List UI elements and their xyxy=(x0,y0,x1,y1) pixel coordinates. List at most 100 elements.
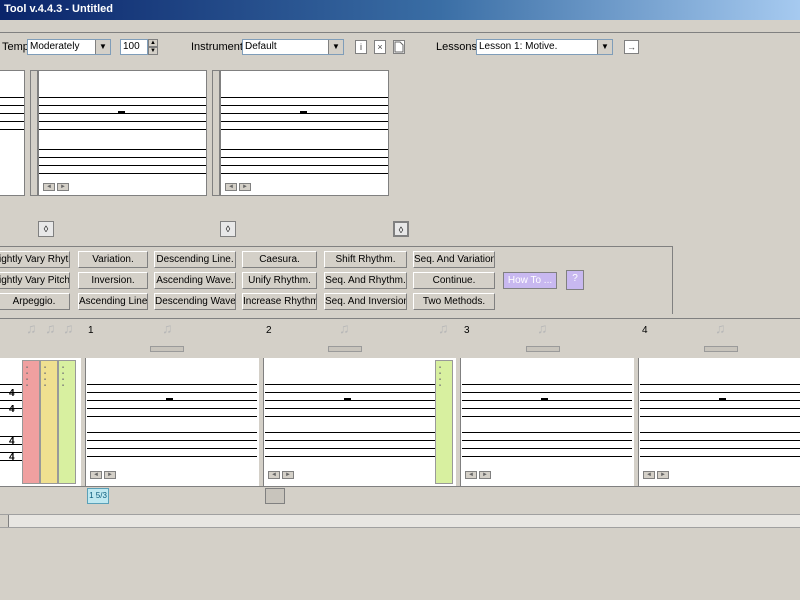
continue-button[interactable]: Continue. xyxy=(413,272,495,289)
position-slot[interactable] xyxy=(265,488,285,504)
note-icon[interactable]: ♫ xyxy=(438,321,449,335)
note-icon[interactable]: ♫ xyxy=(63,321,74,335)
temp-select-value: Moderately xyxy=(30,41,80,52)
arrow-right-icon[interactable]: ► xyxy=(479,471,491,479)
green-marker[interactable]: ▪▪▪▪ xyxy=(435,360,453,484)
arrow-left-icon[interactable]: ◄ xyxy=(225,183,237,191)
measure-number: 3 xyxy=(464,325,470,336)
time-signature: 4 xyxy=(9,452,15,463)
measure-staff-4: ◄ ► xyxy=(640,358,800,486)
speaker-icon[interactable]: ◊ xyxy=(38,221,54,237)
help-button[interactable]: ? xyxy=(566,270,584,290)
chevron-down-icon: ▼ xyxy=(597,40,612,54)
vary-pitch-button[interactable]: ightly Vary Pitch. xyxy=(0,272,70,289)
descending-line-button[interactable]: Descending Line. xyxy=(154,251,236,268)
ascending-line-button[interactable]: Ascending Line. xyxy=(78,293,148,310)
instruments-select-value: Default xyxy=(245,41,277,52)
measure-separator[interactable] xyxy=(633,358,639,486)
tempo-down-button[interactable]: ▼ xyxy=(148,47,158,55)
variation-button[interactable]: Variation. xyxy=(78,251,148,268)
measure-slot[interactable] xyxy=(328,346,362,352)
score-header xyxy=(0,318,800,359)
info-icon[interactable]: i xyxy=(355,40,367,54)
seq-variation-button[interactable]: Seq. And Variation. xyxy=(413,251,495,268)
measure-number: 1 xyxy=(88,325,94,336)
measure-separator[interactable] xyxy=(455,358,461,486)
tempo-up-button[interactable]: ▲ xyxy=(148,39,158,47)
measure-slot[interactable] xyxy=(150,346,184,352)
speaker-icon[interactable]: ◊ xyxy=(220,221,236,237)
seq-rhythm-button[interactable]: Seq. And Rhythm. xyxy=(324,272,407,289)
rest-symbol xyxy=(118,111,125,114)
go-button[interactable]: → xyxy=(624,40,639,54)
measure-number: 2 xyxy=(266,325,272,336)
arrow-left-icon[interactable]: ◄ xyxy=(268,471,280,479)
arrow-left-icon[interactable]: ◄ xyxy=(43,183,55,191)
menu-strip xyxy=(0,20,800,33)
measure-number: 4 xyxy=(642,325,648,336)
how-to-button[interactable]: How To ... xyxy=(503,272,557,289)
note-icon[interactable]: ♫ xyxy=(339,321,350,335)
arrow-right-icon[interactable]: ► xyxy=(657,471,669,479)
note-icon[interactable]: ♫ xyxy=(537,321,548,335)
seq-inversion-button[interactable]: Seq. And Inversion. xyxy=(324,293,407,310)
arrow-left-icon[interactable]: ◄ xyxy=(465,471,477,479)
clef-column: 4 4 4 4 xyxy=(0,358,22,486)
chevron-down-icon: ▼ xyxy=(328,40,343,54)
arpeggio-button[interactable]: Arpeggio. xyxy=(0,293,70,310)
measure-separator[interactable] xyxy=(258,358,264,486)
measure-staff-3: ◄ ► xyxy=(462,358,632,486)
position-indicator[interactable]: 1 5/3 xyxy=(87,488,109,504)
caesura-button[interactable]: Caesura. xyxy=(242,251,317,268)
rest-symbol xyxy=(166,398,173,401)
motive-staff-2: ◄ ► xyxy=(220,70,389,196)
tempo-value: 100 xyxy=(123,41,140,52)
unify-rhythm-button[interactable]: Unify Rhythm. xyxy=(242,272,317,289)
arrow-right-icon[interactable]: ► xyxy=(104,471,116,479)
shift-rhythm-button[interactable]: Shift Rhythm. xyxy=(324,251,407,268)
green-marker[interactable]: ▪▪▪▪ xyxy=(58,360,76,484)
red-marker[interactable]: ▪▪▪▪ xyxy=(22,360,40,484)
arrow-right-icon[interactable]: ► xyxy=(57,183,69,191)
motive-handle-2[interactable] xyxy=(212,70,220,196)
note-icon[interactable]: ♫ xyxy=(26,321,37,335)
arrow-right-icon[interactable]: ► xyxy=(239,183,251,191)
rest-symbol xyxy=(719,398,726,401)
time-signature: 4 xyxy=(9,404,15,415)
temp-select[interactable]: Moderately ▼ xyxy=(27,39,111,55)
speaker-icon[interactable]: ◊ xyxy=(393,221,409,237)
two-methods-button[interactable]: Two Methods. xyxy=(413,293,495,310)
note-icon[interactable]: ♫ xyxy=(45,321,56,335)
lessons-select[interactable]: Lesson 1: Motive. ▼ xyxy=(476,39,613,55)
position-strip xyxy=(0,486,800,513)
document-icon[interactable] xyxy=(393,40,405,54)
vary-rhythm-button[interactable]: ightly Vary Rhythm. xyxy=(0,251,70,268)
inversion-button[interactable]: Inversion. xyxy=(78,272,148,289)
time-signature: 4 xyxy=(9,436,15,447)
measure-separator[interactable] xyxy=(80,358,86,486)
motive-handle-1[interactable] xyxy=(30,70,38,196)
arrow-left-icon[interactable]: ◄ xyxy=(90,471,102,479)
ascending-wave-button[interactable]: Ascending Wave. xyxy=(154,272,236,289)
lessons-label: Lessons: xyxy=(436,41,481,53)
lessons-select-value: Lesson 1: Motive. xyxy=(479,41,558,52)
instruments-select[interactable]: Default ▼ xyxy=(242,39,344,55)
rest-symbol xyxy=(541,398,548,401)
descending-wave-button[interactable]: Descending Wave. xyxy=(154,293,236,310)
increase-rhythm-button[interactable]: Increase Rhythm xyxy=(242,293,317,310)
arrow-right-icon[interactable]: ► xyxy=(282,471,294,479)
measure-staff-1: ◄ ► xyxy=(87,358,257,486)
measure-slot[interactable] xyxy=(526,346,560,352)
window-title: Tool v.4.4.3 - Untitled xyxy=(4,3,113,15)
measure-slot[interactable] xyxy=(704,346,738,352)
note-icon[interactable]: ♫ xyxy=(715,321,726,335)
close-icon[interactable]: × xyxy=(374,40,386,54)
note-icon[interactable]: ♫ xyxy=(162,321,173,335)
scrollbar-thumb[interactable] xyxy=(0,515,9,527)
yellow-marker[interactable]: ▪▪▪▪ xyxy=(40,360,58,484)
rest-symbol xyxy=(344,398,351,401)
arrow-left-icon[interactable]: ◄ xyxy=(643,471,655,479)
measure-staff-2: ◄ ► xyxy=(265,358,435,486)
tempo-input[interactable]: 100 xyxy=(120,39,148,55)
horizontal-scrollbar[interactable] xyxy=(0,514,800,528)
